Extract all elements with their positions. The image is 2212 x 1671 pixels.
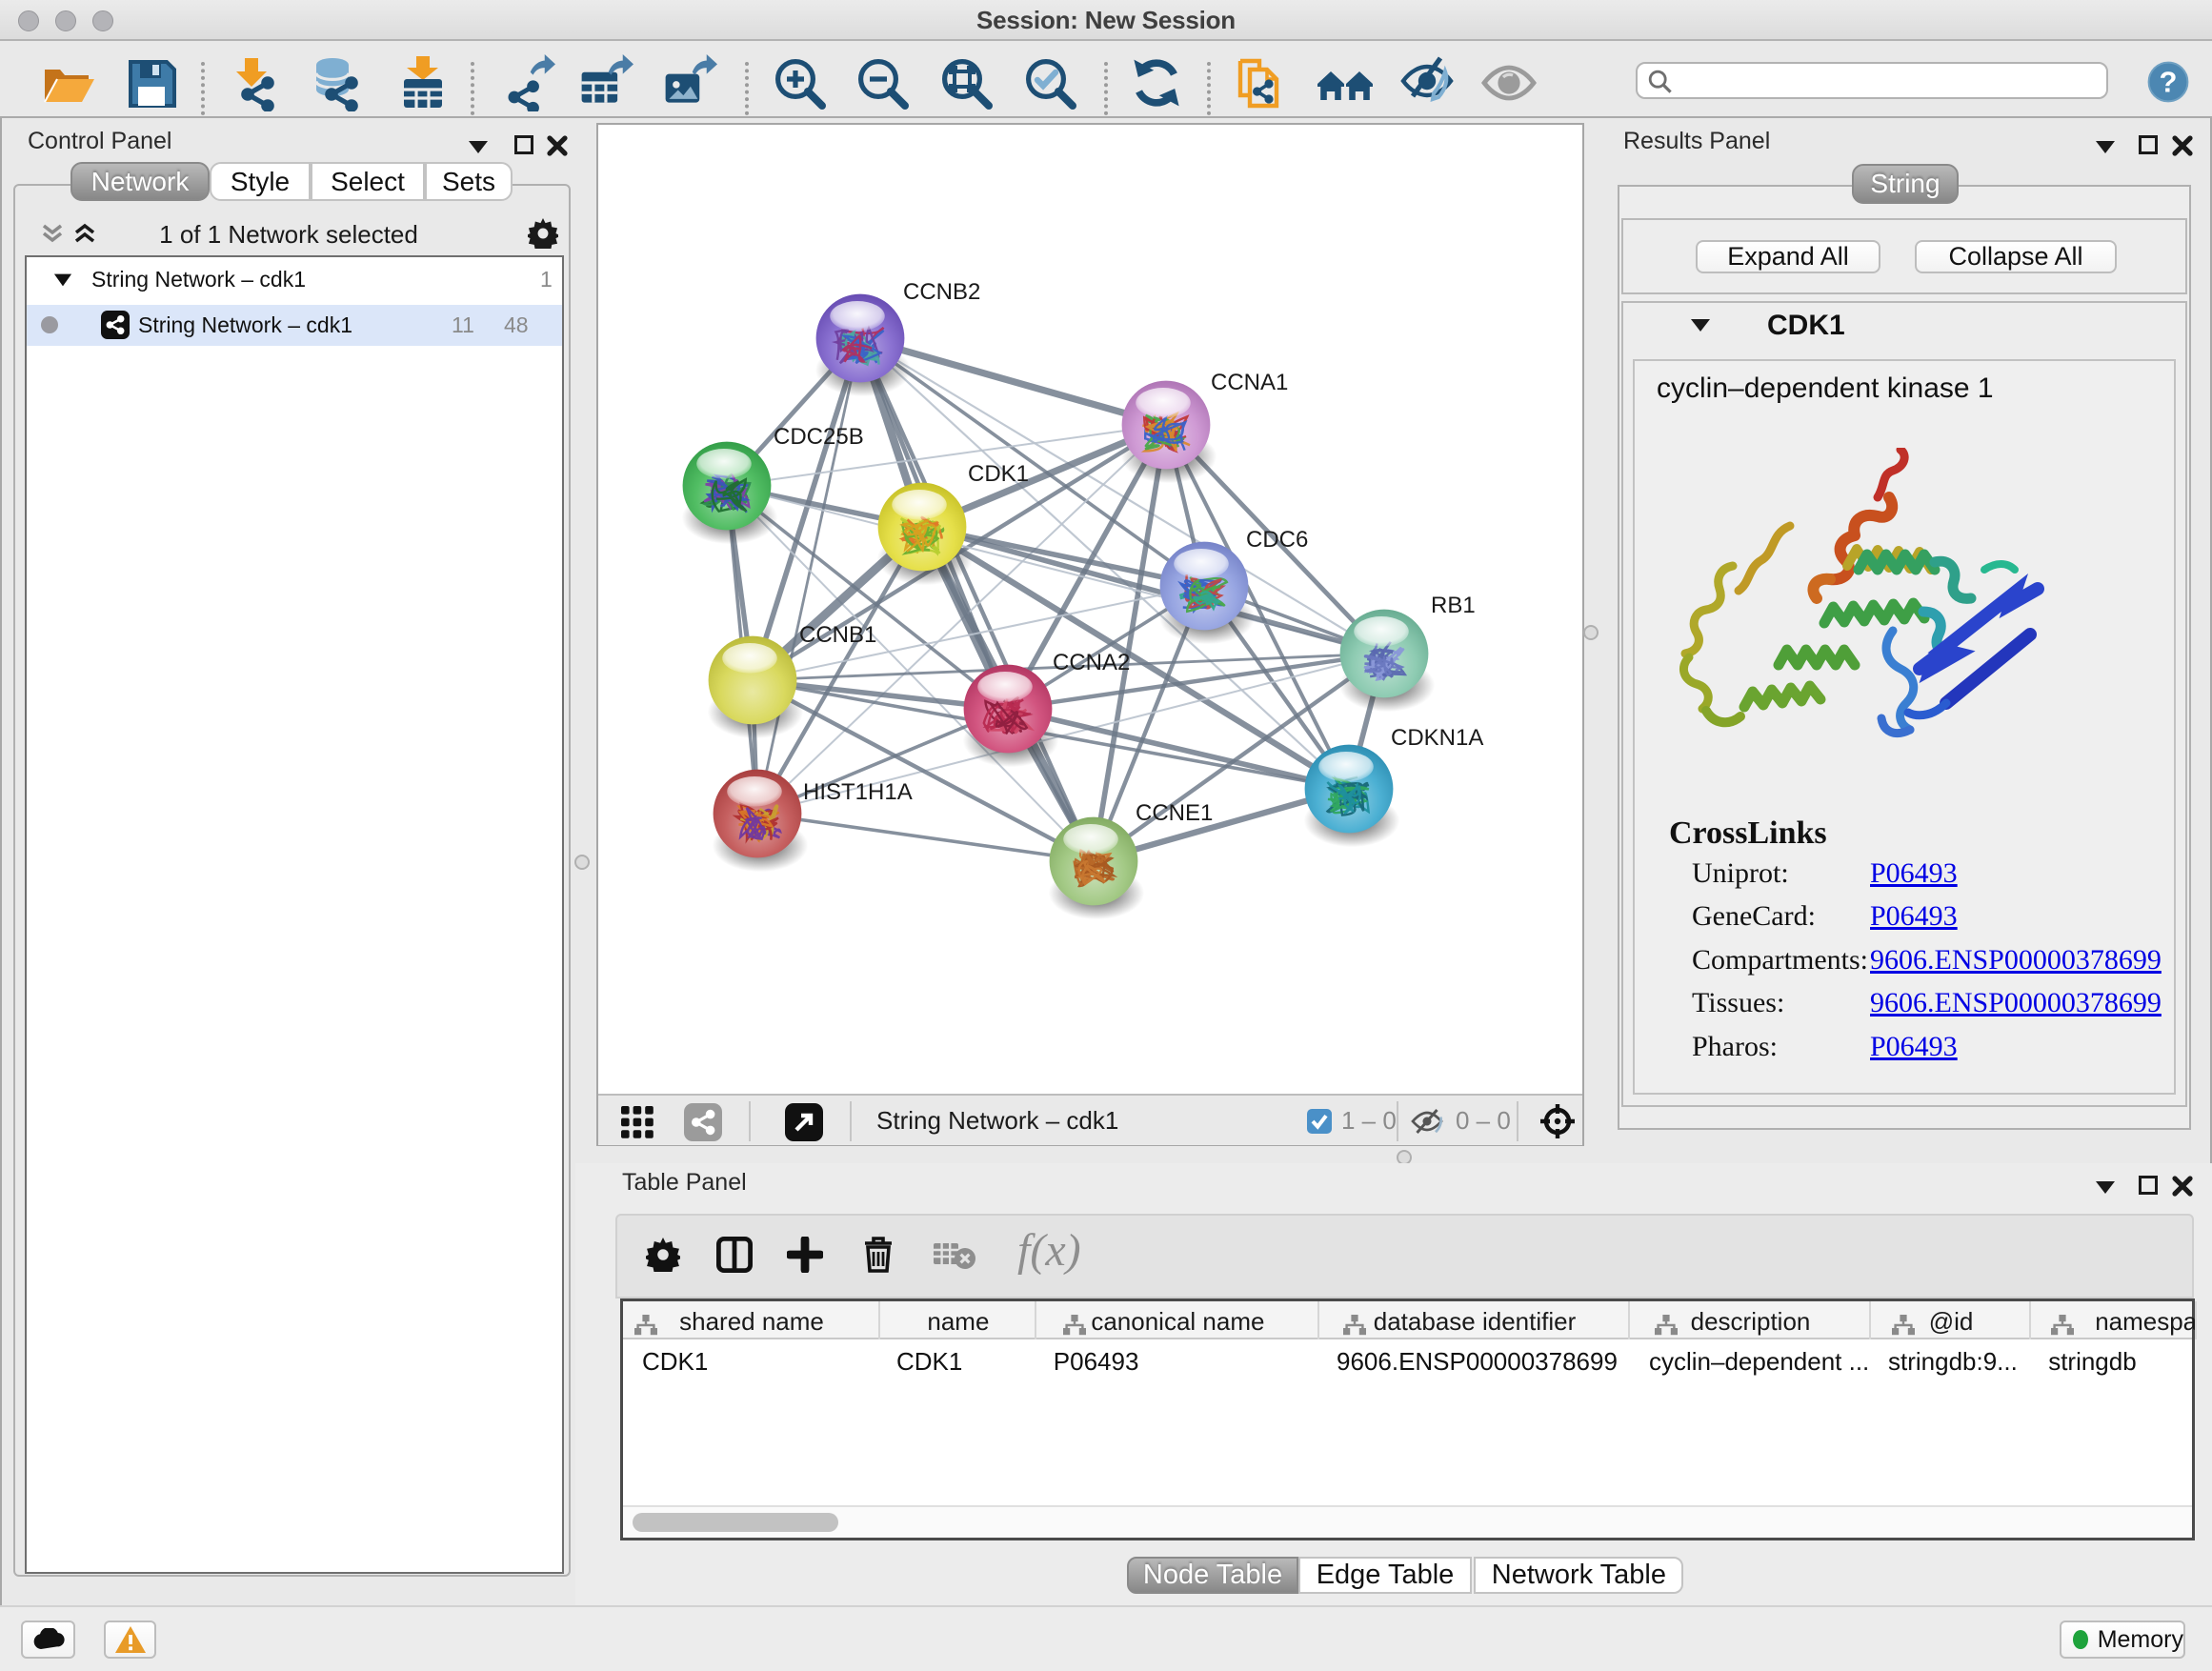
svg-text:?: ? <box>2159 65 2177 98</box>
svg-text:CCNE1: CCNE1 <box>1136 800 1213 826</box>
svg-text:HIST1H1A: HIST1H1A <box>803 779 913 805</box>
svg-text:CDKN1A: CDKN1A <box>1391 725 1483 751</box>
svg-text:CDC6: CDC6 <box>1246 527 1308 553</box>
svg-text:CCNB1: CCNB1 <box>799 622 876 648</box>
svg-text:CDC25B: CDC25B <box>774 424 864 450</box>
svg-text:CCNB2: CCNB2 <box>903 279 980 305</box>
svg-text:CDK1: CDK1 <box>968 461 1029 487</box>
svg-text:CCNA1: CCNA1 <box>1211 370 1288 395</box>
svg-text:CCNA2: CCNA2 <box>1053 650 1130 675</box>
svg-text:RB1: RB1 <box>1431 593 1476 618</box>
